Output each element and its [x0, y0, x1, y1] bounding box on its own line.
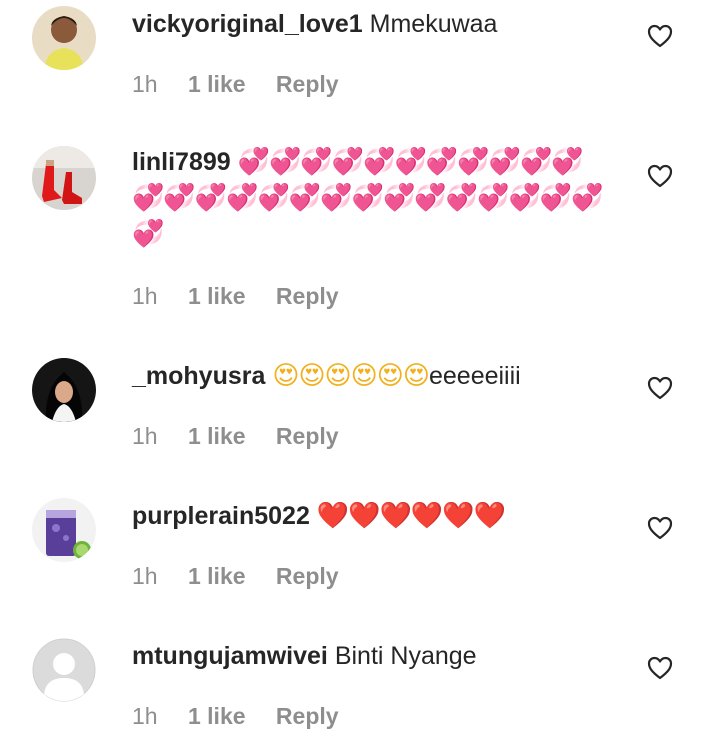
username[interactable]: _mohyusra — [132, 362, 265, 390]
reply-button[interactable]: Reply — [276, 69, 339, 99]
username[interactable]: vickyoriginal_love1 — [132, 10, 363, 38]
timestamp: 1h — [132, 283, 158, 309]
comment-meta: 1h 1 like Reply — [132, 561, 363, 591]
avatar-image — [32, 498, 96, 562]
like-count[interactable]: 1 like — [188, 69, 246, 99]
heart-outline-icon[interactable] — [647, 656, 673, 680]
heart-outline-icon[interactable] — [647, 24, 673, 48]
comment-text: purplerain5022 ❤️❤️❤️❤️❤️❤️ — [132, 498, 612, 534]
avatar[interactable] — [32, 358, 96, 422]
heart-outline-icon[interactable] — [647, 164, 673, 188]
timestamp: 1h — [132, 423, 158, 449]
comment-body: Mmekuwaa — [369, 10, 498, 38]
avatar[interactable] — [32, 6, 96, 70]
like-count[interactable]: 1 like — [188, 701, 246, 731]
like-count[interactable]: 1 like — [188, 561, 246, 591]
heart-outline-icon[interactable] — [647, 516, 673, 540]
avatar[interactable] — [32, 498, 96, 562]
timestamp: 1h — [132, 71, 158, 97]
reply-button[interactable]: Reply — [276, 561, 339, 591]
comment-meta: 1h 1 like Reply — [132, 421, 363, 451]
comment-meta: 1h 1 like Reply — [132, 69, 363, 99]
reply-button[interactable]: Reply — [276, 701, 339, 731]
timestamp: 1h — [132, 563, 158, 589]
timestamp: 1h — [132, 703, 158, 729]
comment-text: vickyoriginal_love1 Mmekuwaa — [132, 6, 612, 42]
comment-text: _mohyusra 😍😍😍😍😍😍eeeeeiiii — [132, 358, 612, 394]
avatar-image — [32, 146, 96, 210]
avatar[interactable] — [32, 146, 96, 210]
comment-emoji: 😍😍😍😍😍😍 — [272, 361, 430, 391]
comment-emoji: ❤️❤️❤️❤️❤️❤️ — [316, 501, 506, 531]
comment-text: mtungujamwivei Binti Nyange — [132, 638, 612, 674]
username[interactable]: mtungujamwivei — [132, 642, 328, 670]
comment-body: Binti Nyange — [334, 642, 477, 670]
username[interactable]: purplerain5022 — [132, 502, 310, 530]
reply-button[interactable]: Reply — [276, 281, 339, 311]
comment-text: linli7899 💞💞💞💞💞💞💞💞💞💞💞💞💞💞💞💞💞💞💞💞💞💞💞💞💞💞💞 — [132, 144, 612, 252]
comment-meta: 1h 1 like Reply — [132, 701, 363, 731]
like-count[interactable]: 1 like — [188, 281, 246, 311]
heart-outline-icon[interactable] — [647, 376, 673, 400]
avatar[interactable] — [32, 638, 96, 702]
comment-meta: 1h 1 like Reply — [132, 281, 363, 311]
username[interactable]: linli7899 — [132, 148, 231, 176]
reply-button[interactable]: Reply — [276, 421, 339, 451]
default-avatar-icon — [32, 638, 96, 702]
avatar-image — [32, 358, 96, 422]
like-count[interactable]: 1 like — [188, 421, 246, 451]
avatar-image — [32, 6, 96, 70]
comment-body: eeeeeiiii — [428, 362, 521, 390]
